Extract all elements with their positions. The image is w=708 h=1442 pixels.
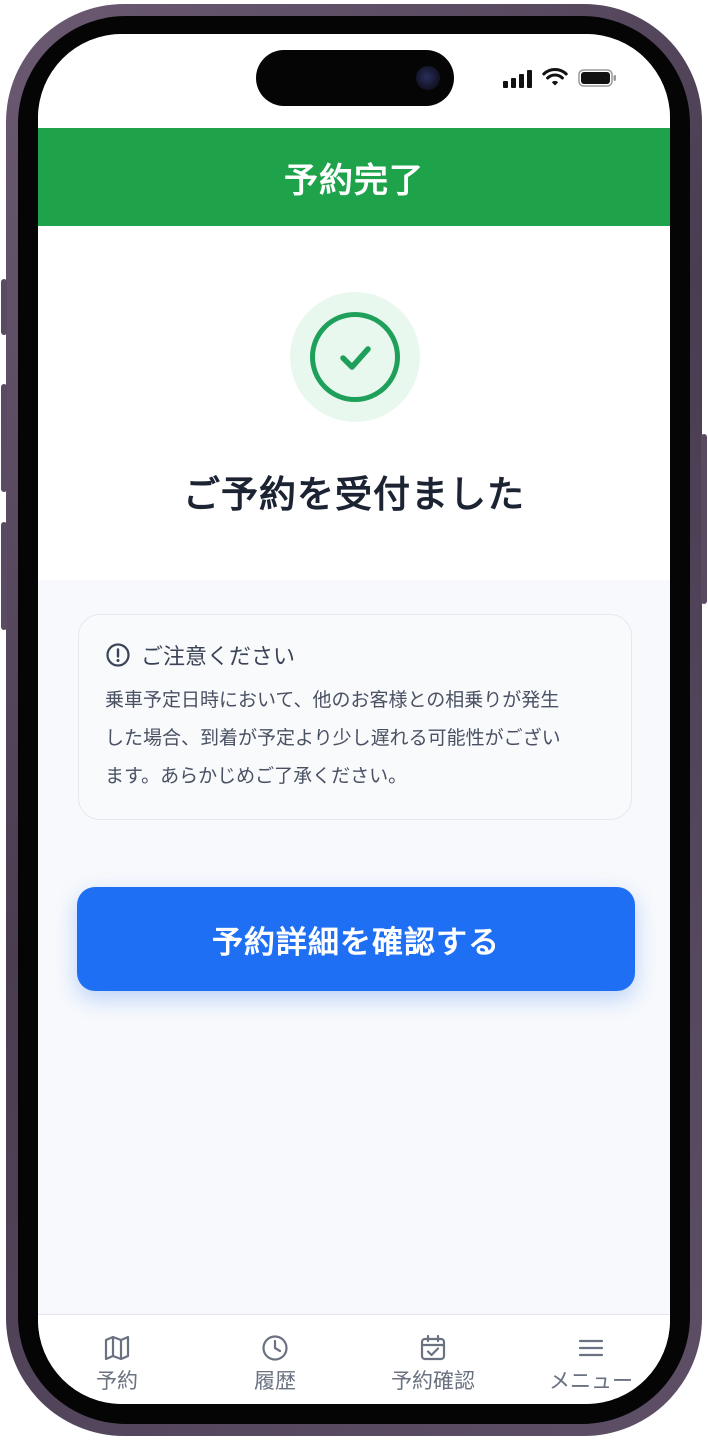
nav-item-reservation-check[interactable]: 予約確認 (354, 1315, 512, 1404)
dynamic-island (256, 50, 454, 106)
battery-icon (578, 69, 616, 87)
status-bar (38, 34, 670, 128)
map-icon (104, 1335, 130, 1361)
volume-up-button (1, 384, 7, 492)
nav-item-reserve[interactable]: 予約 (38, 1315, 196, 1404)
clock-icon (262, 1335, 288, 1361)
screen: 予約完了 ご予約を受付ました ご注意ください 乗車予定日時において、他のお客様と… (38, 34, 670, 1404)
nav-label: 予約確認 (391, 1369, 475, 1393)
view-reservation-details-button[interactable]: 予約詳細を確認する (77, 887, 635, 991)
check-circle-icon (310, 312, 400, 402)
notice-line: した場合、到着が予定より少し遅れる可能性がござい (105, 727, 561, 749)
check-icon (340, 346, 371, 370)
notice-text: 乗車予定日時において、他のお客様との相乗りが発生 した場合、到着が予定より少し遅… (105, 681, 611, 795)
bottom-nav: 予約 履歴 予約確認 メニュー (38, 1314, 670, 1404)
nav-label: メニュー (549, 1369, 633, 1393)
camera-icon (416, 66, 440, 90)
notice-title: ご注意ください (141, 645, 296, 670)
info-alert-icon (106, 643, 130, 667)
nav-label: 予約 (96, 1369, 138, 1393)
nav-label: 履歴 (254, 1369, 296, 1393)
success-message: ご予約を受付ました (183, 473, 525, 516)
wifi-icon (542, 68, 568, 86)
notice-line: ます。あらかじめご了承ください。 (105, 765, 408, 787)
power-button (701, 434, 707, 604)
volume-down-button (1, 522, 7, 630)
status-icons (503, 68, 618, 88)
page-title: 予約完了 (284, 160, 424, 201)
success-section: ご予約を受付ました (38, 226, 670, 580)
action-button (1, 279, 7, 335)
app-header: 予約完了 (38, 128, 670, 226)
cellular-signal-icon (503, 70, 532, 88)
calendar-check-icon (420, 1334, 446, 1361)
nav-item-history[interactable]: 履歴 (196, 1315, 354, 1404)
notice-card: ご注意ください 乗車予定日時において、他のお客様との相乗りが発生 した場合、到着… (78, 614, 632, 820)
notice-line: 乗車予定日時において、他のお客様との相乗りが発生 (105, 689, 560, 711)
nav-item-menu[interactable]: メニュー (512, 1315, 670, 1404)
notice-header: ご注意ください (105, 639, 295, 671)
menu-icon (578, 1339, 604, 1357)
success-badge (290, 292, 420, 422)
